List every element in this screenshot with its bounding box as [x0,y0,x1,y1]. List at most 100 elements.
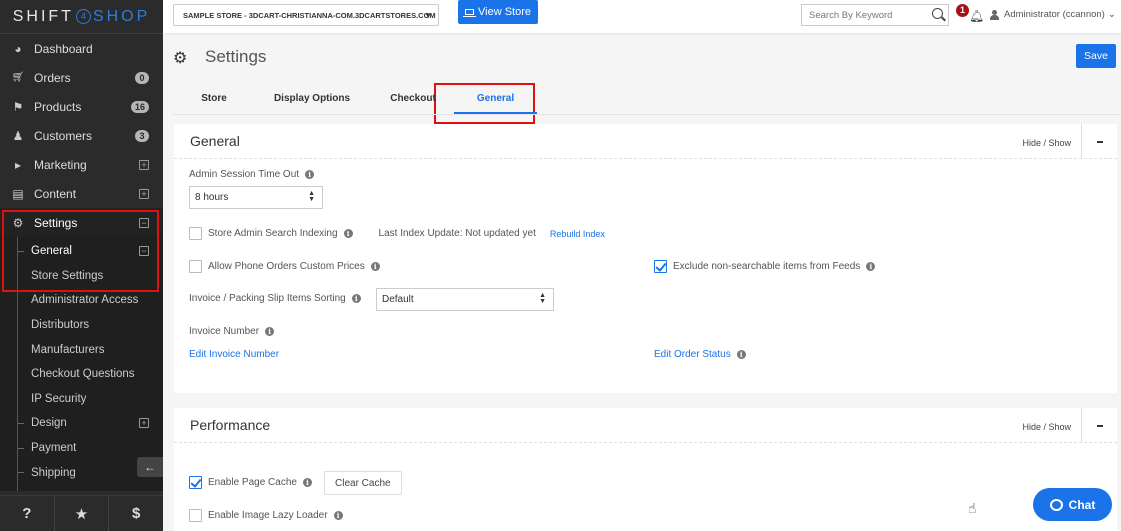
general-panel-title: General [190,133,240,149]
page-cache-label: Enable Page Cache [208,477,297,488]
sidebar-subitem-administrator-access[interactable]: Administrator Access [0,288,163,313]
edit-order-status-link[interactable]: Edit Order Status [654,349,731,360]
sidebar-subitem-store-settings[interactable]: Store Settings [0,264,163,289]
store-selector[interactable]: SAMPLE STORE - 3DCART-CHRISTIANNA-COM.3D… [173,4,439,26]
bell-icon: 🔔︎ [969,9,985,23]
tab-checkout[interactable]: Checkout [383,83,443,113]
phone-orders-checkbox[interactable] [189,260,202,273]
settings-submenu: General − Store Settings Administrator A… [0,237,163,491]
page-cache-checkbox[interactable] [189,476,202,489]
collapse-icon[interactable]: − [139,217,149,228]
search-input[interactable] [809,9,929,21]
lazy-loader-checkbox[interactable] [189,509,202,522]
sidebar-subitem-general[interactable]: General − [0,239,163,264]
info-icon[interactable]: i [736,350,746,359]
brand-logo[interactable]: SHIFT 4 SHOP [0,0,163,34]
sidebar-subitem-design[interactable]: Design + [0,411,163,436]
help-icon[interactable]: ? [0,496,55,531]
edit-invoice-number-link[interactable]: Edit Invoice Number [189,349,279,360]
invoice-sorting-value: Default [382,294,414,305]
brand-logo-four: 4 [75,9,91,24]
invoice-sorting-select[interactable]: Default ▲ ▼ [376,288,554,311]
expand-icon[interactable]: + [139,188,149,199]
info-icon[interactable]: i [305,170,315,179]
expand-icon[interactable]: + [139,418,149,429]
edit-invoice-number-row: Edit Invoice Number [189,349,279,360]
chevron-down-icon: ⌄ [1107,9,1116,20]
info-icon[interactable]: i [351,294,361,303]
view-store-button[interactable]: View Store [458,0,538,24]
view-store-label: View Store [478,6,531,18]
info-icon[interactable]: i [333,511,343,520]
sidebar-collapse-button[interactable]: ← [137,457,163,477]
sidebar-subitem-label: Shipping [31,466,76,479]
sidebar-item-products[interactable]: ⚑ Products 16 [0,92,163,121]
tab-store[interactable]: Store [191,83,237,113]
info-icon[interactable]: i [302,478,312,487]
sidebar-subitem-manufacturers[interactable]: Manufacturers [0,337,163,362]
products-count-badge: 16 [130,100,149,113]
sidebar-item-label: Products [34,99,82,114]
sidebar-item-settings[interactable]: ⚙ Settings − [0,208,163,237]
user-icon: ♟ [12,128,24,143]
chat-label: Chat [1068,497,1096,512]
hide-show-toggle[interactable]: Hide / Show [1022,422,1071,432]
collapse-panel-button[interactable] [1081,124,1117,159]
customers-count-badge: 3 [135,129,149,142]
chat-button[interactable]: Chat [1033,488,1112,521]
phone-orders-label: Allow Phone Orders Custom Prices [208,261,365,272]
collapse-icon[interactable]: − [139,246,149,257]
star-icon[interactable]: ★ [55,496,110,531]
gears-icon: ⚙ [12,215,24,230]
sidebar-subitem-checkout-questions[interactable]: Checkout Questions [0,362,163,387]
notifications-button[interactable]: 🔔︎ 1 [955,4,985,26]
sidebar-subitem-label: Manufacturers [31,343,105,356]
sidebar-item-dashboard[interactable]: ◕ Dashboard [0,34,163,63]
select-arrows-icon: ▲ ▼ [539,292,546,305]
clear-cache-button[interactable]: Clear Cache [324,471,402,495]
admin-session-timeout-label: Admin Session Time Out i [189,169,315,180]
sidebar-item-label: Content [34,186,77,201]
notification-count-badge: 1 [956,4,969,17]
user-menu[interactable]: Administrator (ccannon) ⌄ [989,9,1116,20]
sidebar-subitem-label: IP Security [31,392,87,405]
hide-show-toggle[interactable]: Hide / Show [1022,138,1071,148]
sidebar-subitem-label: Design [31,417,67,430]
invoice-sorting-row: Invoice / Packing Slip Items Sorting i [189,293,361,304]
save-button[interactable]: Save [1076,44,1116,68]
admin-session-timeout-select[interactable]: 8 hours ▲ ▼ [189,186,323,209]
sidebar-item-label: Settings [34,215,78,230]
sidebar-subitem-distributors[interactable]: Distributors [0,313,163,338]
search-indexing-label: Store Admin Search Indexing [208,228,338,239]
caret-down-icon: ▼ [424,10,432,20]
store-selector-value: SAMPLE STORE - 3DCART-CHRISTIANNA-COM.3D… [183,10,436,20]
top-bar: SAMPLE STORE - 3DCART-CHRISTIANNA-COM.3D… [163,0,1121,33]
page-cache-row: Enable Page Cache i [189,476,312,489]
tab-general[interactable]: General [454,83,537,114]
sidebar-item-content[interactable]: ▤ Content + [0,179,163,208]
search-icon[interactable] [932,8,943,19]
sidebar-item-label: Orders [34,70,71,85]
info-icon[interactable]: i [265,327,275,336]
search-indexing-checkbox[interactable] [189,227,202,240]
sidebar-subitem-ip-security[interactable]: IP Security [0,387,163,412]
tag-icon: ⚑ [12,99,24,114]
rebuild-index-link[interactable]: Rebuild Index [550,229,605,239]
sidebar-item-label: Customers [34,128,93,143]
collapse-panel-button[interactable] [1081,408,1117,443]
sidebar-item-marketing[interactable]: ▸ Marketing + [0,150,163,179]
brand-logo-right: SHOP [92,7,151,25]
sidebar-item-orders[interactable]: 🛒︎ Orders 0 [0,63,163,92]
tab-display-options[interactable]: Display Options [271,83,353,113]
dollar-icon[interactable]: $ [109,496,163,531]
sidebar-subitem-label: Store Settings [31,269,104,282]
sidebar-item-customers[interactable]: ♟ Customers 3 [0,121,163,150]
minus-icon [1096,140,1103,143]
expand-icon[interactable]: + [139,159,149,170]
cart-icon: 🛒︎ [11,72,25,83]
sidebar-subitem-label: Checkout Questions [31,368,135,381]
info-icon[interactable]: i [866,262,876,271]
info-icon[interactable]: i [370,262,380,271]
info-icon[interactable]: i [343,229,353,238]
exclude-feeds-checkbox[interactable] [654,260,667,273]
